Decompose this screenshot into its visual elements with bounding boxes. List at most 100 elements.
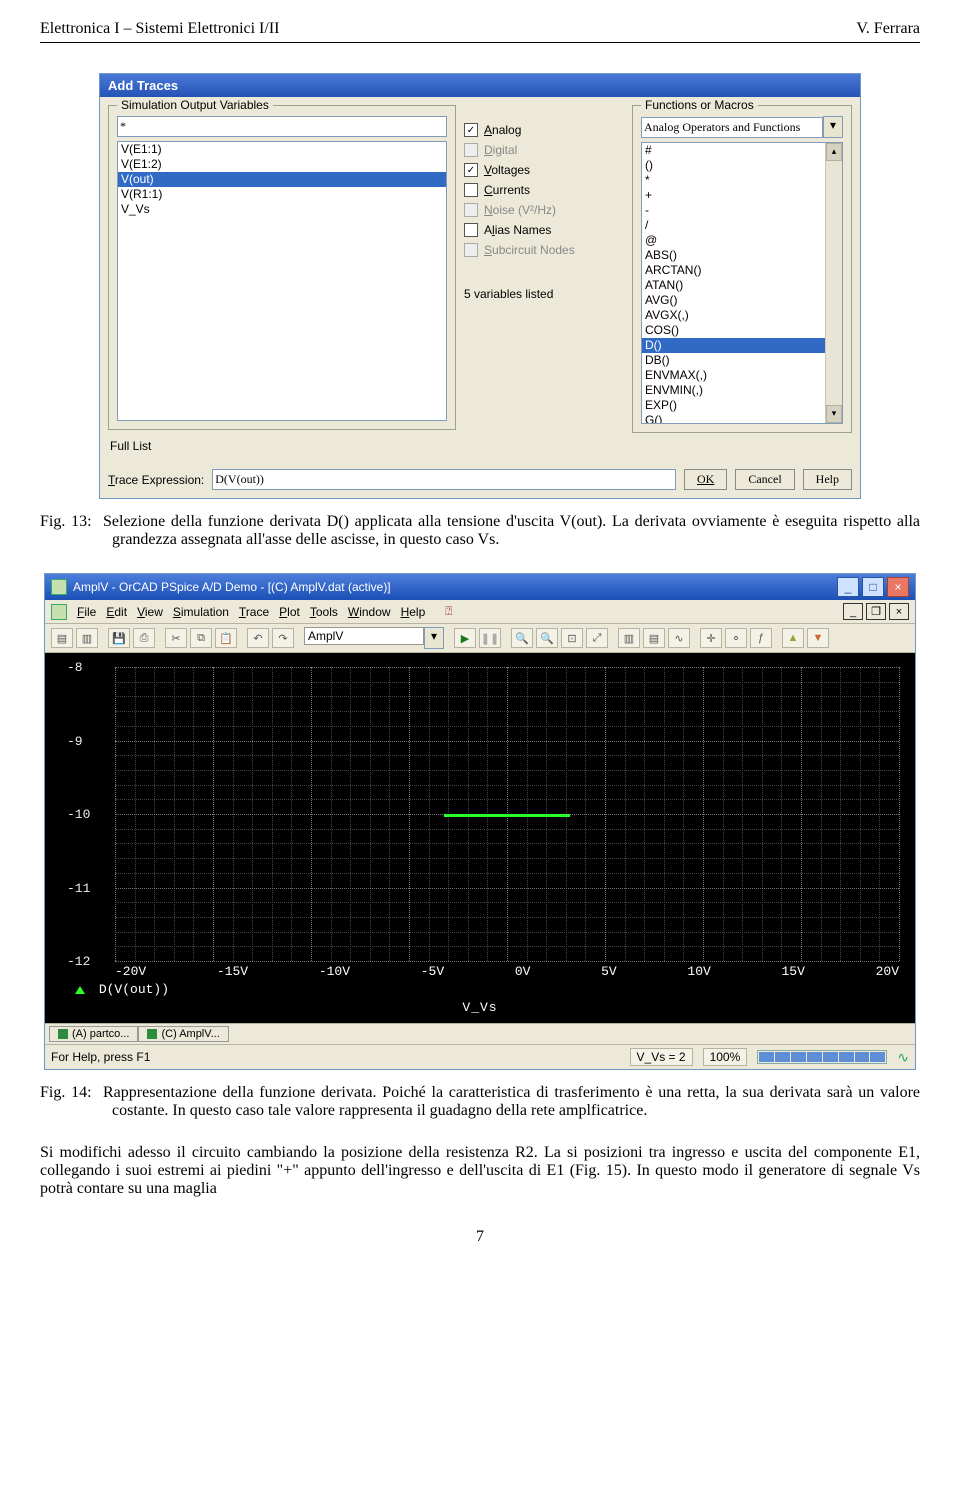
- cancel-button[interactable]: Cancel: [735, 469, 794, 490]
- paste-icon[interactable]: 📋: [215, 628, 237, 648]
- fn-item[interactable]: ENVMIN(,): [642, 383, 842, 398]
- checkbox-icon: [464, 223, 478, 237]
- functions-scrollbar[interactable]: ▴ ▾: [825, 143, 842, 423]
- sim-vars-filter-input[interactable]: [117, 116, 447, 137]
- cut-icon[interactable]: ✂: [165, 628, 187, 648]
- fn-item[interactable]: #: [642, 143, 842, 158]
- close-button[interactable]: ×: [887, 577, 909, 597]
- fn-item[interactable]: D(): [642, 338, 842, 353]
- mark-icon[interactable]: ⚬: [725, 628, 747, 648]
- ok-button[interactable]: OK: [684, 469, 727, 490]
- x-tick: 0V: [515, 964, 531, 979]
- trace-type-checks: ✓AnalogDigital✓VoltagesCurrentsNoise (V²…: [464, 119, 624, 257]
- save-icon[interactable]: 💾: [108, 628, 130, 648]
- fn-item[interactable]: AVGX(,): [642, 308, 842, 323]
- scroll-down-icon[interactable]: ▾: [826, 405, 842, 423]
- tab-a[interactable]: (A) partco...: [49, 1026, 138, 1042]
- copy-icon[interactable]: ⧉: [190, 628, 212, 648]
- menu-view[interactable]: View: [137, 605, 163, 619]
- zoom-area-icon[interactable]: ⊡: [561, 628, 583, 648]
- mdi-close-button[interactable]: ×: [889, 603, 909, 620]
- print-icon[interactable]: ⎙: [133, 628, 155, 648]
- minimize-button[interactable]: _: [837, 577, 859, 597]
- fn-item[interactable]: COS(): [642, 323, 842, 338]
- check-alias-names[interactable]: Alias Names: [464, 223, 624, 237]
- open-file-icon[interactable]: ▥: [76, 628, 98, 648]
- zoom-out-icon[interactable]: 🔍: [536, 628, 558, 648]
- run-icon[interactable]: ▶: [454, 628, 476, 648]
- dialog-titlebar[interactable]: Add Traces: [100, 74, 860, 97]
- mdi-restore-button[interactable]: ❐: [866, 603, 886, 620]
- pause-icon[interactable]: ❚❚: [479, 628, 501, 648]
- help-button[interactable]: Help: [803, 469, 852, 490]
- fn-item[interactable]: (): [642, 158, 842, 173]
- fn-item[interactable]: +: [642, 188, 842, 203]
- x-tick: -15V: [217, 964, 248, 979]
- redo-icon[interactable]: ↷: [272, 628, 294, 648]
- menu-window[interactable]: Window: [348, 605, 391, 619]
- fft-icon[interactable]: ∿: [668, 628, 690, 648]
- zoom-in-icon[interactable]: 🔍: [511, 628, 533, 648]
- fn-item[interactable]: ABS(): [642, 248, 842, 263]
- check-analog[interactable]: ✓Analog: [464, 123, 624, 137]
- marker-a-icon[interactable]: ▲: [782, 628, 804, 648]
- marker-b-icon[interactable]: ▼: [807, 628, 829, 648]
- functions-listbox[interactable]: #()*+-/@ABS()ARCTAN()ATAN()AVG()AVGX(,)C…: [641, 142, 843, 424]
- pspice-title-text: AmplV - OrCAD PSpice A/D Demo - [(C) Amp…: [73, 580, 391, 594]
- fn-item[interactable]: ATAN(): [642, 278, 842, 293]
- var-item[interactable]: V(R1:1): [118, 187, 446, 202]
- log-y-icon[interactable]: ▤: [643, 628, 665, 648]
- undo-icon[interactable]: ↶: [247, 628, 269, 648]
- check-currents[interactable]: Currents: [464, 183, 624, 197]
- fn-item[interactable]: *: [642, 173, 842, 188]
- menu-plot[interactable]: Plot: [279, 605, 300, 619]
- maximize-button[interactable]: □: [862, 577, 884, 597]
- var-item[interactable]: V(E1:2): [118, 157, 446, 172]
- help-glyph-icon[interactable]: ⍰: [445, 604, 452, 619]
- fn-item[interactable]: AVG(): [642, 293, 842, 308]
- pspice-titlebar[interactable]: AmplV - OrCAD PSpice A/D Demo - [(C) Amp…: [45, 574, 915, 600]
- menu-tools[interactable]: Tools: [310, 605, 338, 619]
- profile-combo[interactable]: [304, 627, 424, 645]
- eval-icon[interactable]: ƒ: [750, 628, 772, 648]
- x-tick: 5V: [601, 964, 617, 979]
- var-item[interactable]: V(E1:1): [118, 142, 446, 157]
- checkbox-icon: ✓: [464, 123, 478, 137]
- new-file-icon[interactable]: ▤: [51, 628, 73, 648]
- var-item[interactable]: V_Vs: [118, 202, 446, 217]
- log-x-icon[interactable]: ▥: [618, 628, 640, 648]
- check-voltages[interactable]: ✓Voltages: [464, 163, 624, 177]
- fn-item[interactable]: DB(): [642, 353, 842, 368]
- fn-item[interactable]: @: [642, 233, 842, 248]
- fn-item[interactable]: /: [642, 218, 842, 233]
- status-pct-cell: 100%: [703, 1048, 748, 1066]
- fn-item[interactable]: -: [642, 203, 842, 218]
- fn-item[interactable]: ARCTAN(): [642, 263, 842, 278]
- y-tick: -11: [67, 881, 90, 896]
- y-tick: -12: [67, 954, 90, 969]
- zoom-fit-icon[interactable]: ⤢: [586, 628, 608, 648]
- functions-dropdown[interactable]: [641, 117, 823, 138]
- body-paragraph: Si modifichi adesso il circuito cambiand…: [40, 1144, 920, 1198]
- dropdown-arrow-icon[interactable]: ▾: [823, 116, 843, 138]
- mdi-minimize-button[interactable]: _: [843, 603, 863, 620]
- fn-item[interactable]: EXP(): [642, 398, 842, 413]
- var-item[interactable]: V(out): [118, 172, 446, 187]
- status-help-text: For Help, press F1: [51, 1050, 150, 1064]
- x-axis-label: V_Vs: [45, 1000, 915, 1015]
- doc-header-left: Elettronica I – Sistemi Elettronici I/II: [40, 20, 279, 38]
- tab-c[interactable]: (C) AmplV...: [138, 1026, 228, 1042]
- fn-item[interactable]: G(): [642, 413, 842, 424]
- sim-vars-listbox[interactable]: V(E1:1)V(E1:2)V(out)V(R1:1)V_Vs: [117, 141, 447, 421]
- combo-arrow-icon[interactable]: ▾: [424, 627, 444, 649]
- menu-file[interactable]: File: [77, 605, 96, 619]
- menu-simulation[interactable]: Simulation: [173, 605, 229, 619]
- menu-trace[interactable]: Trace: [239, 605, 269, 619]
- fn-item[interactable]: ENVMAX(,): [642, 368, 842, 383]
- scroll-up-icon[interactable]: ▴: [826, 143, 842, 161]
- menu-help[interactable]: Help: [401, 605, 426, 619]
- cursor-icon[interactable]: ✛: [700, 628, 722, 648]
- plot-area[interactable]: -8-9-10-11-12 -20V-15V-10V-5V0V5V10V15V2…: [45, 653, 915, 1023]
- trace-expression-input[interactable]: [212, 469, 676, 490]
- menu-edit[interactable]: Edit: [106, 605, 127, 619]
